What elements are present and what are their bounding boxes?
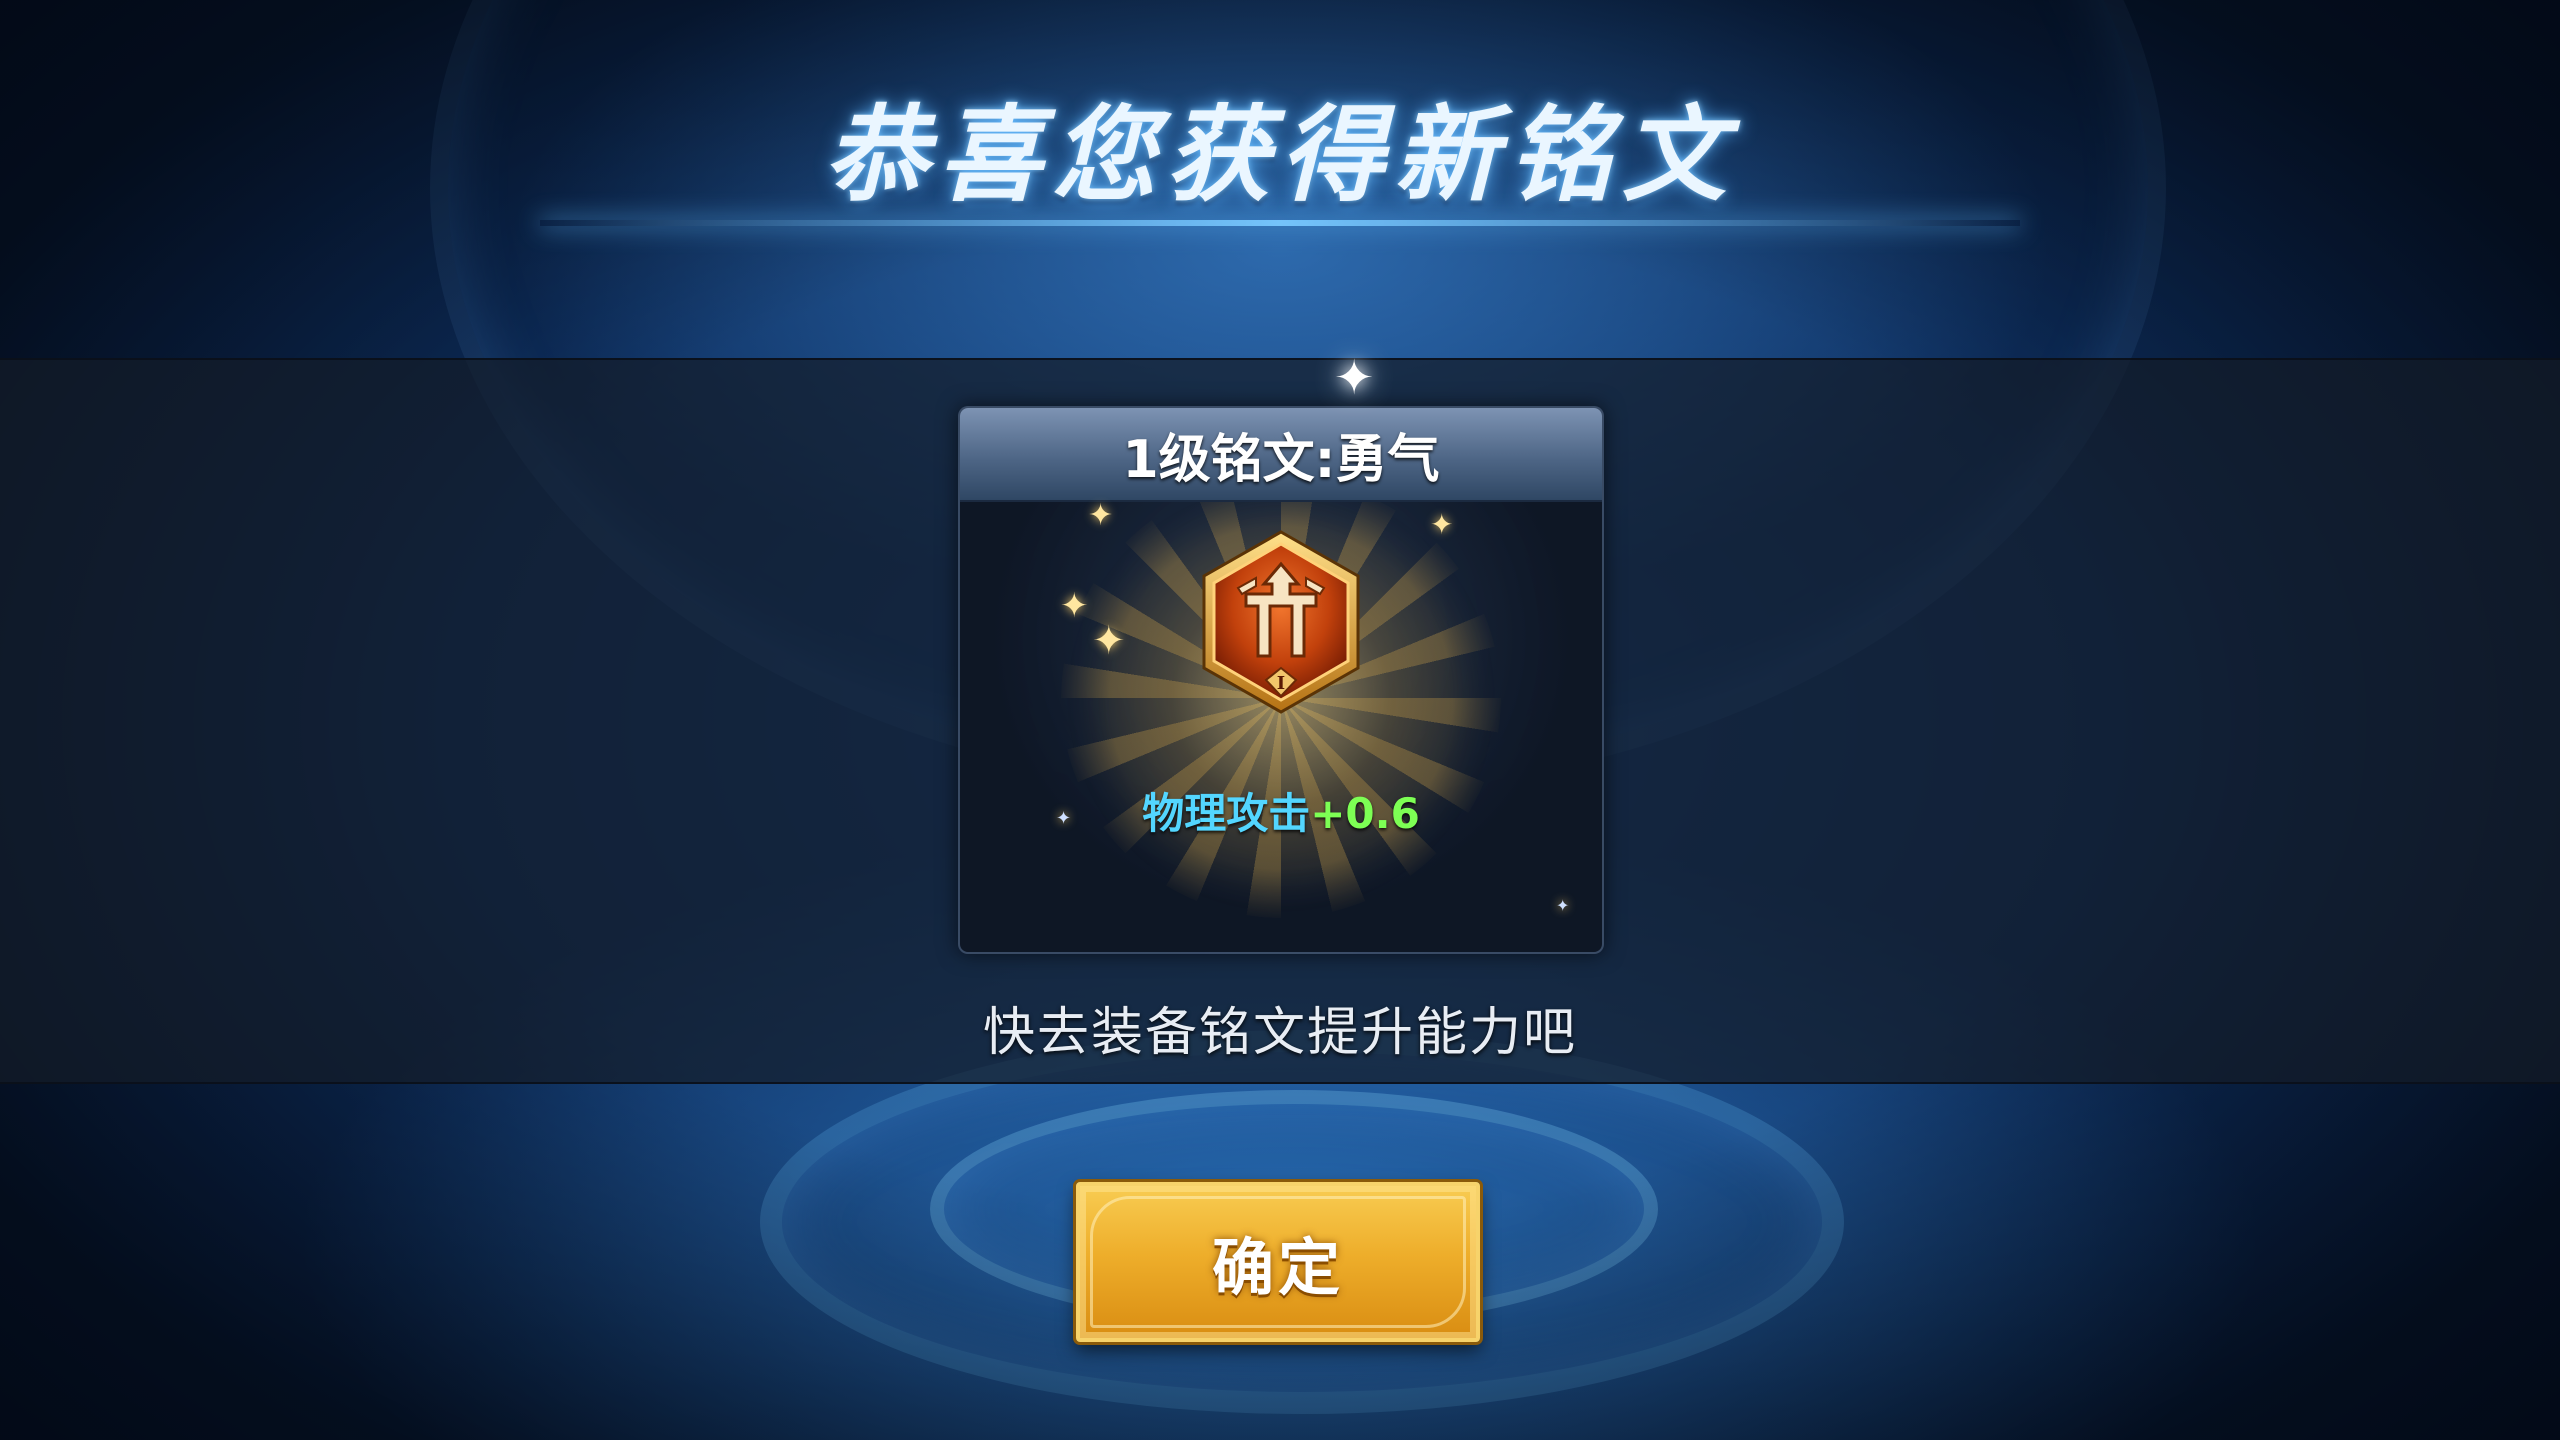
confirm-button[interactable]: 确定 [1076, 1182, 1480, 1342]
sparkle-icon: ✦ [1088, 498, 1114, 533]
reward-screen: 恭喜您获得新铭文 1级铭文:勇气 ✦ ✦ ✦ ✦ ✦ ✦ I 物理攻击+0.6 … [0, 0, 2560, 1440]
rune-name: 1级铭文:勇气 [1122, 429, 1440, 490]
rune-emblem-icon: I [1198, 528, 1364, 716]
stat-value: +0.6 [1310, 789, 1420, 838]
top-sparkle-icon: ✦ [1334, 350, 1375, 406]
sparkle-icon: ✦ [1430, 508, 1454, 541]
rune-card-header: 1级铭文:勇气 [960, 408, 1602, 502]
title-light-beam [540, 220, 2020, 226]
rune-card: 1级铭文:勇气 ✦ ✦ ✦ ✦ ✦ ✦ I 物理攻击+0.6 [958, 406, 1604, 954]
rune-stat: 物理攻击+0.6 [960, 780, 1602, 841]
sparkle-icon: ✦ [1092, 618, 1126, 664]
stat-name: 物理攻击 [1142, 789, 1311, 838]
sparkle-icon: ✦ [1556, 896, 1570, 915]
page-title: 恭喜您获得新铭文 [823, 93, 1736, 216]
rune-level-numeral: I [1277, 673, 1285, 694]
sparkle-icon: ✦ [1060, 586, 1089, 626]
equip-hint: 快去装备铭文提升能力吧 [982, 1003, 1577, 1063]
title-area: 恭喜您获得新铭文 [0, 70, 2560, 226]
confirm-button-label: 确定 [1211, 1231, 1344, 1304]
